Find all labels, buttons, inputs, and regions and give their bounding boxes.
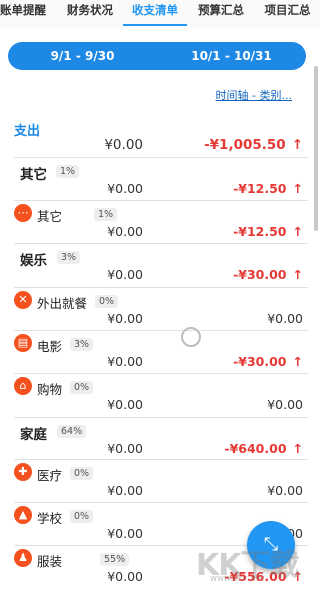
expense-row[interactable]: ✚ 医疗 0% ¥0.00 ¥0.00: [0, 462, 320, 502]
prev-amount: ¥0.00: [107, 181, 143, 196]
expense-row[interactable]: 娱乐 3% ¥0.00 -¥30.00 ↑: [0, 246, 320, 286]
tab-bar: 账单提醒 财务状况 收支清单 预算汇总 项目汇总: [0, 0, 320, 28]
percent-badge: 3%: [70, 338, 94, 351]
timeline-category-link[interactable]: 时间轴 - 类别...: [216, 87, 292, 103]
row-name: 其它: [20, 167, 47, 183]
expense-row[interactable]: ✕ 外出就餐 0% ¥0.00 ¥0.00: [0, 290, 320, 330]
clothing-icon: ♟: [14, 549, 32, 567]
row-name: 服装: [37, 554, 63, 569]
arrow-up-icon: ↑: [291, 137, 303, 153]
curr-amount: ¥0.00: [267, 311, 303, 326]
row-name: 购物: [37, 382, 63, 397]
tab-bill-reminders[interactable]: 账单提醒: [0, 0, 57, 28]
prev-amount: ¥0.00: [107, 224, 143, 239]
prev-amount: ¥0.00: [107, 483, 143, 498]
row-divider: [14, 157, 308, 158]
period-previous[interactable]: 9/1 - 9/30: [8, 49, 157, 63]
prev-amount: ¥0.00: [107, 526, 143, 541]
more-icon: ⋯: [14, 204, 32, 222]
period-selector[interactable]: 9/1 - 9/30 10/1 - 10/31: [8, 42, 306, 70]
curr-amount: -¥30.00 ↑: [233, 267, 303, 282]
film-icon: ▤: [14, 334, 32, 352]
total-curr-amount: -¥1,005.50 ↑: [204, 137, 303, 153]
prev-amount: ¥0.00: [107, 569, 143, 584]
row-name: 外出就餐: [37, 296, 88, 311]
percent-badge: 1%: [56, 165, 80, 178]
row-divider: [14, 243, 308, 244]
arrow-up-icon: ↑: [292, 354, 303, 369]
curr-amount: -¥12.50 ↑: [233, 181, 303, 196]
row-name: 家庭: [20, 427, 47, 443]
curr-amount: ¥0.00: [267, 483, 303, 498]
tab-project-summary[interactable]: 项目汇总: [255, 0, 320, 28]
percent-badge: 0%: [70, 381, 94, 394]
arrow-up-icon: ↑: [292, 224, 303, 239]
graduation-cap-icon: ▲: [14, 506, 32, 524]
percent-badge: 55%: [100, 553, 130, 566]
row-divider: [14, 373, 308, 374]
expense-total-row: ¥0.00 -¥1,005.50 ↑: [0, 137, 320, 157]
row-divider: [14, 417, 308, 418]
percent-badge: 1%: [94, 208, 118, 221]
row-name: 娱乐: [20, 253, 47, 269]
tab-income-expense-list[interactable]: 收支清单: [123, 0, 187, 28]
prev-amount: ¥0.00: [107, 397, 143, 412]
shopping-basket-icon: ⌂: [14, 377, 32, 395]
row-divider: [14, 459, 308, 460]
percent-badge: 64%: [57, 425, 87, 438]
arrow-up-icon: ↑: [292, 267, 303, 282]
row-divider: [14, 502, 308, 503]
expense-row[interactable]: 其它 1% ¥0.00 -¥12.50 ↑: [0, 160, 320, 200]
curr-amount: -¥30.00 ↑: [233, 354, 303, 369]
period-current[interactable]: 10/1 - 10/31: [157, 49, 306, 63]
prev-amount: ¥0.00: [107, 354, 143, 369]
curr-amount: -¥12.50 ↑: [233, 224, 303, 239]
row-name: 其它: [37, 209, 63, 224]
tab-budget-summary[interactable]: 预算汇总: [187, 0, 255, 28]
prev-amount: ¥0.00: [107, 267, 143, 282]
expense-row[interactable]: ⋯ 其它 1% ¥0.00 -¥12.50 ↑: [0, 203, 320, 243]
utensils-icon: ✕: [14, 291, 32, 309]
row-name: 学校: [37, 511, 63, 526]
loading-spinner: [181, 327, 201, 347]
row-divider: [14, 200, 308, 201]
expense-row[interactable]: ▤ 电影 3% ¥0.00 -¥30.00 ↑: [0, 333, 320, 373]
percent-badge: 0%: [70, 510, 94, 523]
arrow-up-icon: ↑: [292, 441, 303, 456]
row-name: 电影: [37, 339, 63, 354]
row-name: 医疗: [37, 468, 63, 483]
row-divider: [14, 330, 308, 331]
percent-badge: 0%: [70, 467, 94, 480]
prev-amount: ¥0.00: [107, 311, 143, 326]
prev-amount: ¥0.00: [107, 441, 143, 456]
arrow-up-icon: ↑: [292, 181, 303, 196]
expense-row[interactable]: ⌂ 购物 0% ¥0.00 ¥0.00: [0, 376, 320, 416]
row-divider: [14, 287, 308, 288]
curr-amount: ¥0.00: [267, 397, 303, 412]
tab-financial-status[interactable]: 财务状况: [57, 0, 123, 28]
watermark-logo: KK下载 www.kkx.net: [196, 548, 299, 584]
curr-amount: -¥640.00 ↑: [224, 441, 303, 456]
medical-icon: ✚: [14, 463, 32, 481]
percent-badge: 0%: [95, 295, 119, 308]
percent-badge: 3%: [57, 251, 81, 264]
expense-row[interactable]: 家庭 64% ¥0.00 -¥640.00 ↑: [0, 420, 320, 460]
total-prev-amount: ¥0.00: [104, 137, 143, 153]
